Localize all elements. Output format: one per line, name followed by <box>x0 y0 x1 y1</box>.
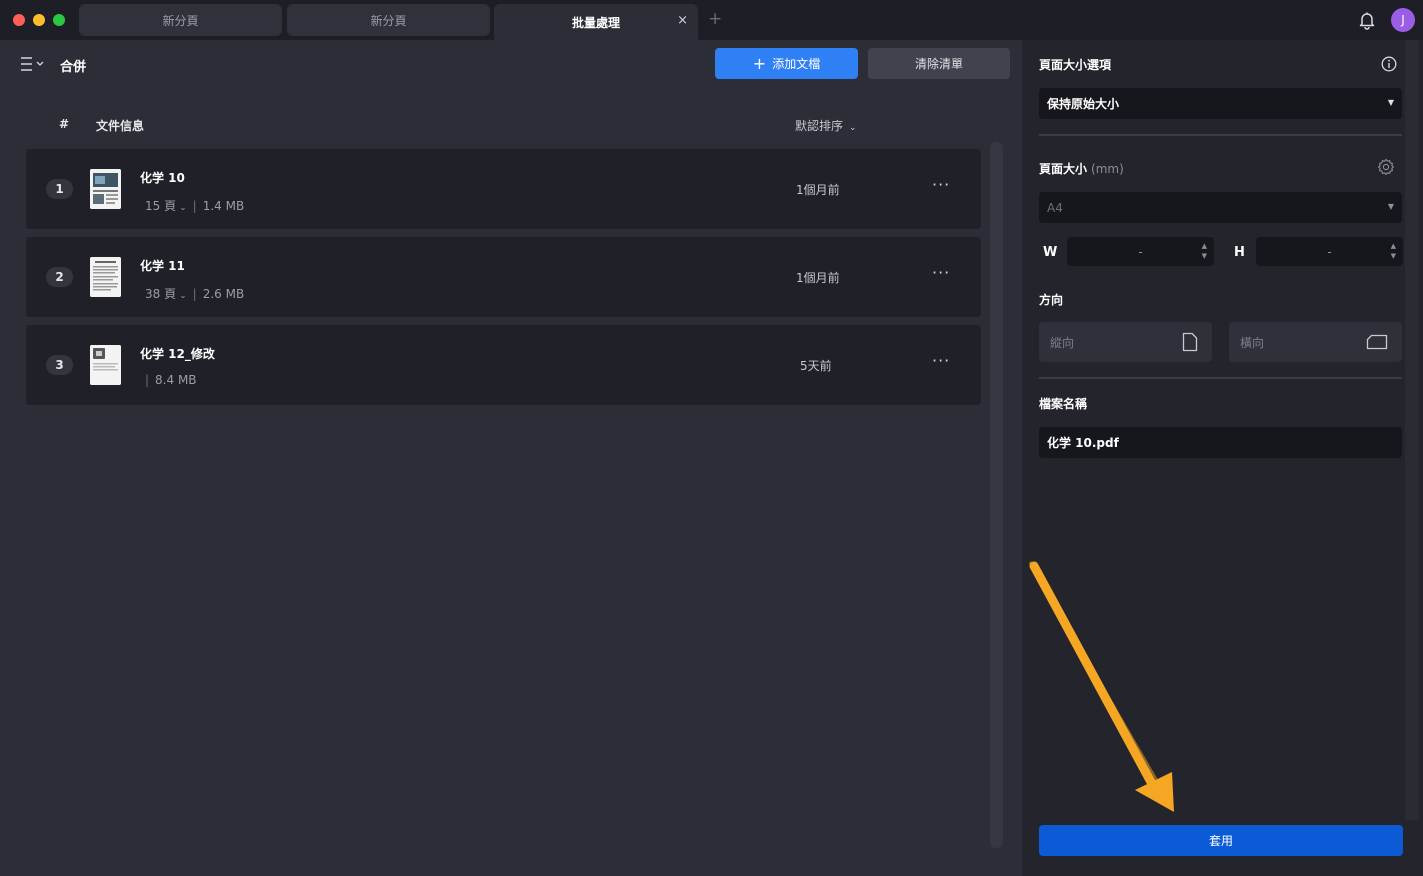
chevron-down-icon: ⌄ <box>849 123 857 133</box>
width-label: W <box>1043 245 1058 260</box>
height-value: - <box>1327 244 1332 259</box>
portrait-label: 縱向 <box>1050 335 1075 350</box>
portrait-option[interactable]: 縱向 <box>1039 322 1212 362</box>
file-date: 1個月前 <box>796 183 840 197</box>
gear-icon[interactable] <box>1377 158 1395 176</box>
sort-label: 默認排序 <box>795 119 844 133</box>
row-index: 1 <box>46 179 73 199</box>
info-icon[interactable] <box>1381 56 1397 72</box>
filename-heading: 檔案名稱 <box>1039 397 1088 411</box>
chevron-down-icon: ⌄ <box>179 291 187 301</box>
minimize-window-button[interactable] <box>33 14 45 26</box>
page-title: 合併 <box>60 60 87 75</box>
document-thumbnail <box>90 169 121 209</box>
file-row[interactable]: 3 化学 12_修改 | 8.4 MB 5天前 ··· <box>26 325 981 405</box>
filename-input[interactable]: 化学 10.pdf <box>1039 427 1402 458</box>
file-name: 化学 10 <box>140 171 185 185</box>
page-count: 38 頁 <box>145 287 177 301</box>
landscape-label: 橫向 <box>1240 335 1265 350</box>
landscape-option[interactable]: 橫向 <box>1229 322 1402 362</box>
page-size-select[interactable]: A4 ▼ <box>1039 192 1402 223</box>
tab-label: 新分頁 <box>162 13 199 28</box>
close-window-button[interactable] <box>13 14 25 26</box>
file-meta: 15 頁 ⌄ | 1.4 MB <box>145 197 244 214</box>
apply-button[interactable]: 套用 <box>1039 825 1403 856</box>
height-label: H <box>1234 245 1245 260</box>
landscape-page-icon <box>1366 334 1388 350</box>
page-size-value: A4 <box>1047 200 1063 215</box>
tab-label: 新分頁 <box>370 13 407 28</box>
width-input[interactable]: - ▲ ▼ <box>1067 237 1214 266</box>
portrait-page-icon <box>1182 332 1198 352</box>
document-thumbnail <box>90 345 121 385</box>
tab-batch[interactable]: 批量處理 × <box>494 4 698 40</box>
list-scrollbar[interactable] <box>990 142 1003 848</box>
stepper-icon[interactable]: ▲ ▼ <box>1202 241 1207 261</box>
height-input[interactable]: - ▲ ▼ <box>1256 237 1403 266</box>
row-index: 2 <box>46 267 73 287</box>
file-size: 1.4 MB <box>202 199 245 213</box>
orientation-heading: 方向 <box>1039 293 1064 307</box>
avatar[interactable]: J <box>1391 8 1415 32</box>
page-size-option-value: 保持原始大小 <box>1047 97 1120 111</box>
file-size: 2.6 MB <box>202 287 245 301</box>
add-document-label: 添加文檔 <box>772 57 821 71</box>
annotation-arrow-icon <box>1028 561 1174 812</box>
tab-new-2[interactable]: 新分頁 <box>287 4 490 36</box>
menu-icon[interactable] <box>20 56 48 72</box>
divider <box>1039 134 1402 136</box>
file-date: 1個月前 <box>796 271 840 285</box>
page-size-unit: (mm) <box>1091 162 1124 176</box>
meta-separator: | <box>192 287 197 301</box>
title-bar: 新分頁 新分頁 批量處理 × + J <box>0 0 1423 40</box>
divider <box>1039 377 1402 379</box>
file-name: 化学 12_修改 <box>140 347 215 361</box>
file-row[interactable]: 1 化学 10 15 頁 ⌄ | 1.4 MB 1個月前 ··· <box>26 149 981 229</box>
row-index: 3 <box>46 355 73 375</box>
more-options-icon[interactable]: ··· <box>932 175 950 194</box>
clear-list-button[interactable]: 清除清單 <box>868 48 1010 79</box>
stepper-icon[interactable]: ▲ ▼ <box>1391 241 1396 261</box>
file-name: 化学 11 <box>140 259 185 273</box>
sort-dropdown[interactable]: 默認排序 ⌄ <box>795 117 857 134</box>
more-options-icon[interactable]: ··· <box>932 263 950 282</box>
add-document-button[interactable]: + 添加文檔 <box>715 48 858 79</box>
page-size-label: 頁面大小 <box>1039 162 1088 176</box>
column-header-number: # <box>59 117 70 131</box>
page-count: 15 頁 <box>145 199 177 213</box>
page-size-option-select[interactable]: 保持原始大小 ▼ <box>1039 88 1402 119</box>
file-size: 8.4 MB <box>155 373 197 387</box>
page-count-dropdown[interactable]: 38 頁 ⌄ <box>145 287 187 301</box>
dropdown-arrow-icon: ▼ <box>1387 98 1394 107</box>
close-tab-icon[interactable]: × <box>677 13 688 28</box>
panel-scrollbar[interactable] <box>1405 40 1419 820</box>
width-value: - <box>1138 244 1143 259</box>
plus-icon: + <box>752 53 767 73</box>
dropdown-arrow-icon: ▼ <box>1387 202 1394 211</box>
meta-separator: | <box>145 373 150 387</box>
column-header-file-info: 文件信息 <box>96 119 145 133</box>
chevron-down-icon: ⌄ <box>179 203 187 213</box>
meta-separator: | <box>192 199 197 213</box>
new-tab-button[interactable]: + <box>708 9 722 29</box>
zoom-window-button[interactable] <box>53 14 65 26</box>
file-meta: | 8.4 MB <box>145 373 197 387</box>
page-size-heading: 頁面大小 (mm) <box>1039 160 1124 177</box>
tab-new-1[interactable]: 新分頁 <box>79 4 282 36</box>
tab-label: 批量處理 <box>571 15 620 30</box>
page-count-dropdown[interactable]: 15 頁 ⌄ <box>145 199 187 213</box>
filename-value: 化学 10.pdf <box>1047 436 1119 450</box>
more-options-icon[interactable]: ··· <box>932 351 950 370</box>
document-thumbnail <box>90 257 121 297</box>
bell-icon[interactable] <box>1357 10 1377 30</box>
page-size-options-heading: 頁面大小選項 <box>1039 58 1112 72</box>
file-row[interactable]: 2 化学 11 38 頁 ⌄ | 2.6 MB 1個月前 ··· <box>26 237 981 317</box>
file-date: 5天前 <box>800 359 832 373</box>
file-meta: 38 頁 ⌄ | 2.6 MB <box>145 285 244 302</box>
